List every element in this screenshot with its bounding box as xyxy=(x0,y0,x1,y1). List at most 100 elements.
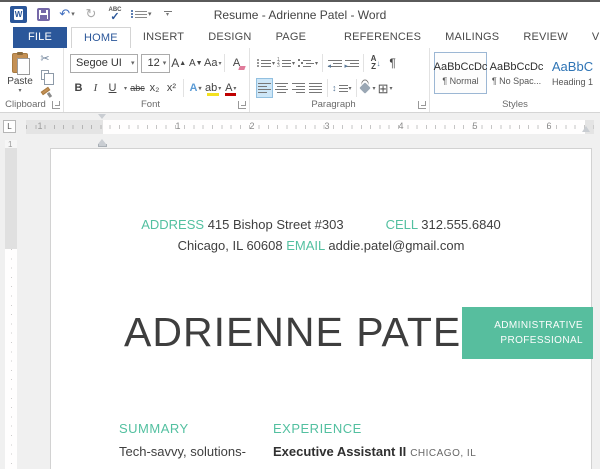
left-indent-marker[interactable] xyxy=(98,144,107,147)
experience-entry[interactable]: Executive Assistant II CHICAGO, IL xyxy=(273,444,476,459)
shrink-font-button[interactable]: A ▼ xyxy=(187,53,204,73)
font-dialog-launcher-icon[interactable] xyxy=(238,101,246,109)
font-size-combo[interactable]: 12 ▾ xyxy=(141,53,171,73)
decrease-indent-button[interactable]: ◂ xyxy=(326,53,343,73)
style-no-spacing[interactable]: AaBbCcDc ¶ No Spac... xyxy=(490,52,544,94)
city-value: Chicago, IL 60608 xyxy=(177,238,283,253)
scissors-icon: ✂ xyxy=(40,53,50,66)
align-right-icon xyxy=(292,83,305,93)
tab-selector[interactable]: L xyxy=(3,120,16,133)
resume-name[interactable]: ADRIENNE PATEL xyxy=(124,309,485,356)
font-name-dropdown-arrow[interactable]: ▾ xyxy=(131,59,135,67)
shading-button[interactable]: ▾ xyxy=(358,78,377,98)
summary-body[interactable]: Tech-savvy, solutions- xyxy=(119,444,246,459)
cell-value: 312.555.6840 xyxy=(421,217,501,232)
italic-button[interactable]: I xyxy=(87,78,104,98)
tab-references[interactable]: REFERENCES xyxy=(332,27,433,48)
paragraph-dialog-launcher-icon[interactable] xyxy=(418,101,426,109)
tab-mailings[interactable]: MAILINGS xyxy=(433,27,511,48)
experience-heading[interactable]: EXPERIENCE xyxy=(273,421,362,436)
multilevel-list-button[interactable]: ▾ xyxy=(296,53,319,73)
tab-view[interactable]: VIEW xyxy=(580,27,600,48)
ruler-number: 6 xyxy=(546,121,552,131)
document-page[interactable]: ADDRESS 415 Bishop Street #303 CELL 312.5… xyxy=(50,148,593,469)
email-value: addie.patel@gmail.com xyxy=(328,238,465,253)
clear-formatting-button[interactable]: A xyxy=(228,53,245,73)
cell-label: CELL xyxy=(385,217,418,232)
horizontal-ruler[interactable]: 1 1 2 3 4 5 6 xyxy=(26,114,594,147)
contact-line-1[interactable]: ADDRESS 415 Bishop Street #303 CELL 312.5… xyxy=(51,217,591,232)
copy-button[interactable] xyxy=(36,68,54,85)
style-normal[interactable]: AaBbCcDc ¶ Normal xyxy=(434,52,487,94)
align-center-button[interactable] xyxy=(273,78,290,98)
superscript-button[interactable]: x² xyxy=(163,78,180,98)
clipboard-dialog-launcher-icon[interactable] xyxy=(52,101,60,109)
summary-heading[interactable]: SUMMARY xyxy=(119,421,189,436)
font-group: Segoe UI ▾ 12 ▾ A ▲ A ▼ Aa ▾ A B I U ▾ abc x₂… xyxy=(64,48,250,112)
text-highlight-button[interactable]: ab ▾ xyxy=(204,78,222,98)
change-case-button[interactable]: Aa ▾ xyxy=(204,53,221,73)
font-size-dropdown-arrow[interactable]: ▾ xyxy=(163,59,167,67)
clipboard-group: Paste ▾ ✂ Clipboard xyxy=(0,48,64,112)
font-name-combo[interactable]: Segoe UI ▾ xyxy=(70,53,139,73)
numbering-button[interactable]: ▾ xyxy=(276,53,296,73)
line-spacing-button[interactable]: ↕ ▾ xyxy=(331,78,353,98)
align-right-button[interactable] xyxy=(290,78,307,98)
indent-markers[interactable] xyxy=(97,114,107,147)
tab-design[interactable]: DESIGN xyxy=(196,27,263,48)
paste-button[interactable]: Paste ▾ xyxy=(4,51,36,98)
job-title: Executive Assistant II xyxy=(273,444,407,459)
tab-page-layout[interactable]: PAGE LAYOUT xyxy=(264,27,332,64)
copy-icon xyxy=(41,69,54,85)
paragraph-group: ▾ ▾ ▾ ◂ ▸ AZ↓ ¶ ↕▾ ▾ ⊞▾ Parag xyxy=(250,48,430,112)
vertical-ruler[interactable]: 1 xyxy=(5,140,17,469)
strikethrough-button[interactable]: abc xyxy=(129,78,146,98)
bullets-button[interactable]: ▾ xyxy=(256,53,276,73)
tab-file[interactable]: FILE xyxy=(13,27,68,48)
address-label: ADDRESS xyxy=(141,217,205,232)
show-formatting-marks-button[interactable]: ¶ xyxy=(384,53,401,73)
tab-review[interactable]: REVIEW xyxy=(511,27,580,48)
email-label: EMAIL xyxy=(286,238,325,253)
cut-button[interactable]: ✂ xyxy=(36,52,54,65)
increase-indent-icon: ▸ xyxy=(344,59,359,70)
align-left-button[interactable] xyxy=(256,78,273,98)
clipboard-group-label: Clipboard xyxy=(5,99,46,110)
font-color-button[interactable]: A ▾ xyxy=(222,78,239,98)
grow-font-button[interactable]: A ▲ xyxy=(170,53,187,73)
tab-insert[interactable]: INSERT xyxy=(131,27,196,48)
text-effects-button[interactable]: A ▾ xyxy=(187,78,204,98)
style-heading-1[interactable]: AaBbC Heading 1 xyxy=(546,52,599,94)
contact-line-2[interactable]: Chicago, IL 60608 EMAIL addie.patel@gmai… xyxy=(51,238,591,253)
shading-bucket-icon xyxy=(358,82,371,94)
badge-line-2: PROFESSIONAL xyxy=(500,335,583,346)
align-center-icon xyxy=(275,83,288,93)
subscript-button[interactable]: x₂ xyxy=(146,78,163,98)
bullets-icon xyxy=(257,58,271,67)
ruler-number: 2 xyxy=(249,121,255,131)
first-line-indent-marker[interactable] xyxy=(98,114,106,136)
sort-button[interactable]: A Z ↓ xyxy=(367,53,384,73)
badge-line-1: ADMINISTRATIVE xyxy=(494,320,583,331)
window-title: Resume - Adrienne Patel - Word xyxy=(213,8,387,22)
styles-group: AaBbCcDc ¶ Normal AaBbCcDc ¶ No Spac... … xyxy=(430,48,600,112)
right-indent-marker[interactable] xyxy=(582,126,590,132)
underline-dropdown-arrow[interactable]: ▾ xyxy=(121,78,129,98)
tab-home[interactable]: HOME xyxy=(71,27,131,48)
paste-dropdown-arrow[interactable]: ▾ xyxy=(18,87,21,94)
ruler-number: 3 xyxy=(324,121,330,131)
bold-button[interactable]: B xyxy=(70,78,87,98)
ruler-number: 4 xyxy=(398,121,404,131)
job-location: CHICAGO, IL xyxy=(410,448,477,459)
paragraph-group-label: Paragraph xyxy=(311,99,356,110)
underline-button[interactable]: U xyxy=(104,78,121,98)
justify-button[interactable] xyxy=(307,78,324,98)
decrease-indent-icon: ◂ xyxy=(327,59,342,70)
borders-button[interactable]: ⊞ ▾ xyxy=(377,78,394,98)
increase-indent-button[interactable]: ▸ xyxy=(343,53,360,73)
ruler-number: 5 xyxy=(472,121,478,131)
document-area: L 1 1 2 3 4 5 6 1 ADDRESS 415 Bishop Str… xyxy=(0,113,600,469)
format-painter-button[interactable] xyxy=(36,85,54,98)
multilevel-list-icon xyxy=(297,58,315,67)
professional-badge[interactable]: ADMINISTRATIVE PROFESSIONAL xyxy=(462,307,593,359)
